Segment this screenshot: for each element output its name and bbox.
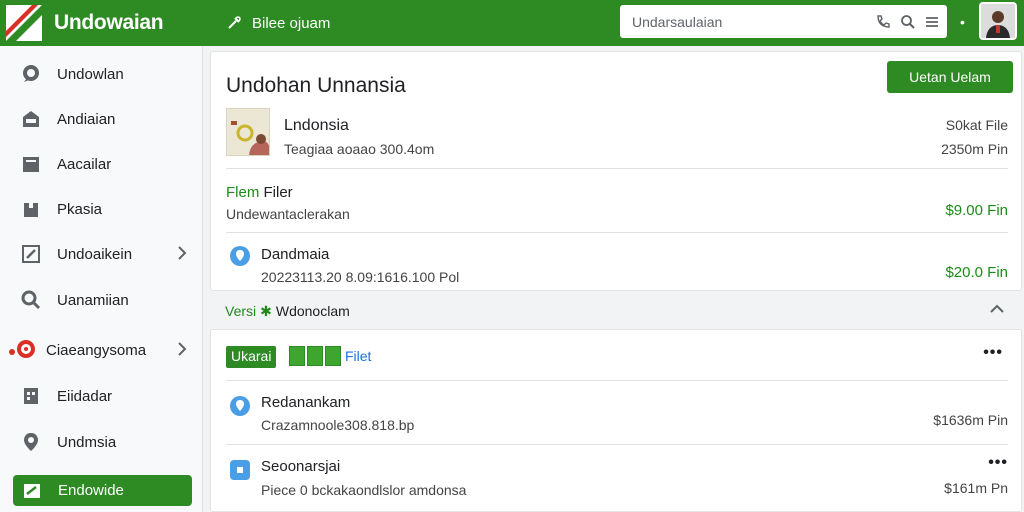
logo-mark-icon [6,5,42,41]
item-value: $161m Pn [944,480,1008,496]
breadcrumb-label: Bilee ojuam [252,14,331,32]
app-square-icon [230,460,250,480]
sidebar-item-label: Eiidadar [57,387,113,405]
sidebar-item-pkasia[interactable]: Pkasia [0,189,203,229]
item-title: Lndonsia [284,117,349,134]
item-subtitle: 20223113.20 8.09:1616.100 Pol [261,269,460,285]
item-value: $20.0 Fin [945,264,1008,281]
list-item[interactable]: Redanankam Crazamnoole308.818.bp $1636m … [226,388,1008,440]
sidebar-item-uanamiian[interactable]: Uanamiian [0,280,203,320]
sidebar: Undowlan Andiaian Aacailar Pkasia Undoai… [0,46,203,512]
location-pin-icon [230,396,250,416]
wand-icon [228,16,241,29]
edit-icon [20,243,42,265]
primary-action-button[interactable]: Uetan Uelam [887,61,1013,93]
item-value: $9.00 Fin [945,202,1008,219]
document-icon [20,385,42,407]
item-subtitle: Crazamnoole308.818.bp [261,417,415,433]
item-value: $1636m Pin [933,412,1008,428]
app-name: Undowaian [54,11,164,34]
sidebar-item-label: Ciaeangysoma [46,341,147,359]
divider [226,232,1008,233]
sidebar-item-label: Aacailar [57,155,112,173]
section-label: Wdonoclam [275,303,350,319]
status-dot-icon: • [960,14,965,30]
menu-icon[interactable] [925,15,939,29]
sidebar-item-aacailar[interactable]: Aacailar [0,144,203,184]
sidebar-item-undmsia[interactable]: Undmsia [0,422,203,462]
list-item[interactable]: Seoonarsjai Piece 0 bckakaondlslor amdon… [226,452,1008,508]
search-input[interactable] [632,13,872,30]
item-title: Redanankam [261,394,351,411]
list-item[interactable]: Flem Filer Undewantaclerakan $9.00 Fin [226,176,1008,226]
chevron-right-icon [178,342,187,356]
asterisk-icon: ✱ [260,302,272,319]
top-bar: Undowaian Bilee ojuam • [0,0,1024,46]
summary-card: Undohan Unnansia Uetan Uelam Lndonsia Te… [210,51,1022,291]
app-logo[interactable]: Undowaian [0,0,210,46]
divider [226,168,1008,169]
section-header[interactable]: Versi ✱ Wdonoclam [210,296,1022,326]
search-icon[interactable] [900,14,916,30]
sidebar-item-label: Pkasia [57,200,103,218]
thumbnail-image [226,108,270,156]
item-subtitle: Piece 0 bckakaondlslor amdonsa [261,482,467,498]
archive-box-icon [20,198,42,220]
item-subtitle: Undewantaclerakan [226,206,350,222]
item-meta: S0kat File [945,117,1008,133]
item-title: Seoonarsjai [261,458,341,475]
search-box[interactable] [620,5,947,38]
sidebar-item-label: Uanamiian [57,291,129,309]
more-options-icon[interactable]: ••• [988,454,1008,472]
grid-view-icon[interactable] [289,346,341,366]
search-icon [20,289,42,311]
location-pin-icon [230,246,250,266]
folder-icon [20,153,42,175]
location-pin-icon [20,431,42,453]
chat-bubble-icon [20,63,42,85]
sidebar-item-eiidadar[interactable]: Eiidadar [0,376,203,416]
more-options-icon[interactable]: ••• [983,344,1003,362]
section-prefix: Versi [225,303,257,319]
sidebar-item-andiaian[interactable]: Andiaian [0,99,203,139]
sidebar-item-ciaeangysoma[interactable]: Ciaeangysoma [0,330,203,370]
item-title: Dandmaia [261,246,330,263]
filter-link[interactable]: Filet [345,348,371,364]
note-icon [21,480,43,502]
item-title-prefix: Flem [226,184,260,201]
sidebar-item-label: Endowide [58,482,124,499]
page-title: Undohan Unnansia [226,74,406,97]
list-item[interactable]: Lndonsia Teagiaa aoaao 300.4om S0kat Fil… [226,108,1008,160]
notification-bubble-icon [6,339,40,361]
item-title: Flem Filer [226,184,293,201]
sidebar-item-endowide[interactable]: Endowide [13,475,192,506]
chevron-right-icon [178,246,187,260]
sidebar-item-label: Undmsia [57,433,117,451]
sidebar-item-label: Andiaian [57,110,116,128]
detail-card: Ukarai Filet ••• Redanankam Crazamnoole3… [210,329,1022,512]
phone-icon[interactable] [875,14,891,30]
inbox-icon [20,108,42,130]
item-value: 2350m Pin [941,141,1008,157]
sidebar-item-undoaikein[interactable]: Undoaikein [0,234,203,274]
chevron-up-icon[interactable] [990,304,1004,314]
item-title-text: Filer [263,184,293,201]
list-item[interactable]: Dandmaia 20223113.20 8.09:1616.100 Pol $… [226,238,1008,288]
item-subtitle: Teagiaa aoaao 300.4om [284,141,435,157]
status-badge: Ukarai [226,346,277,368]
divider [226,380,1008,381]
avatar[interactable] [979,2,1017,40]
breadcrumb[interactable]: Bilee ojuam [226,15,330,32]
sidebar-item-label: Undowlan [57,65,124,83]
divider [226,444,1008,445]
sidebar-item-undowlan[interactable]: Undowlan [0,54,203,94]
sidebar-item-label: Undoaikein [57,245,133,263]
